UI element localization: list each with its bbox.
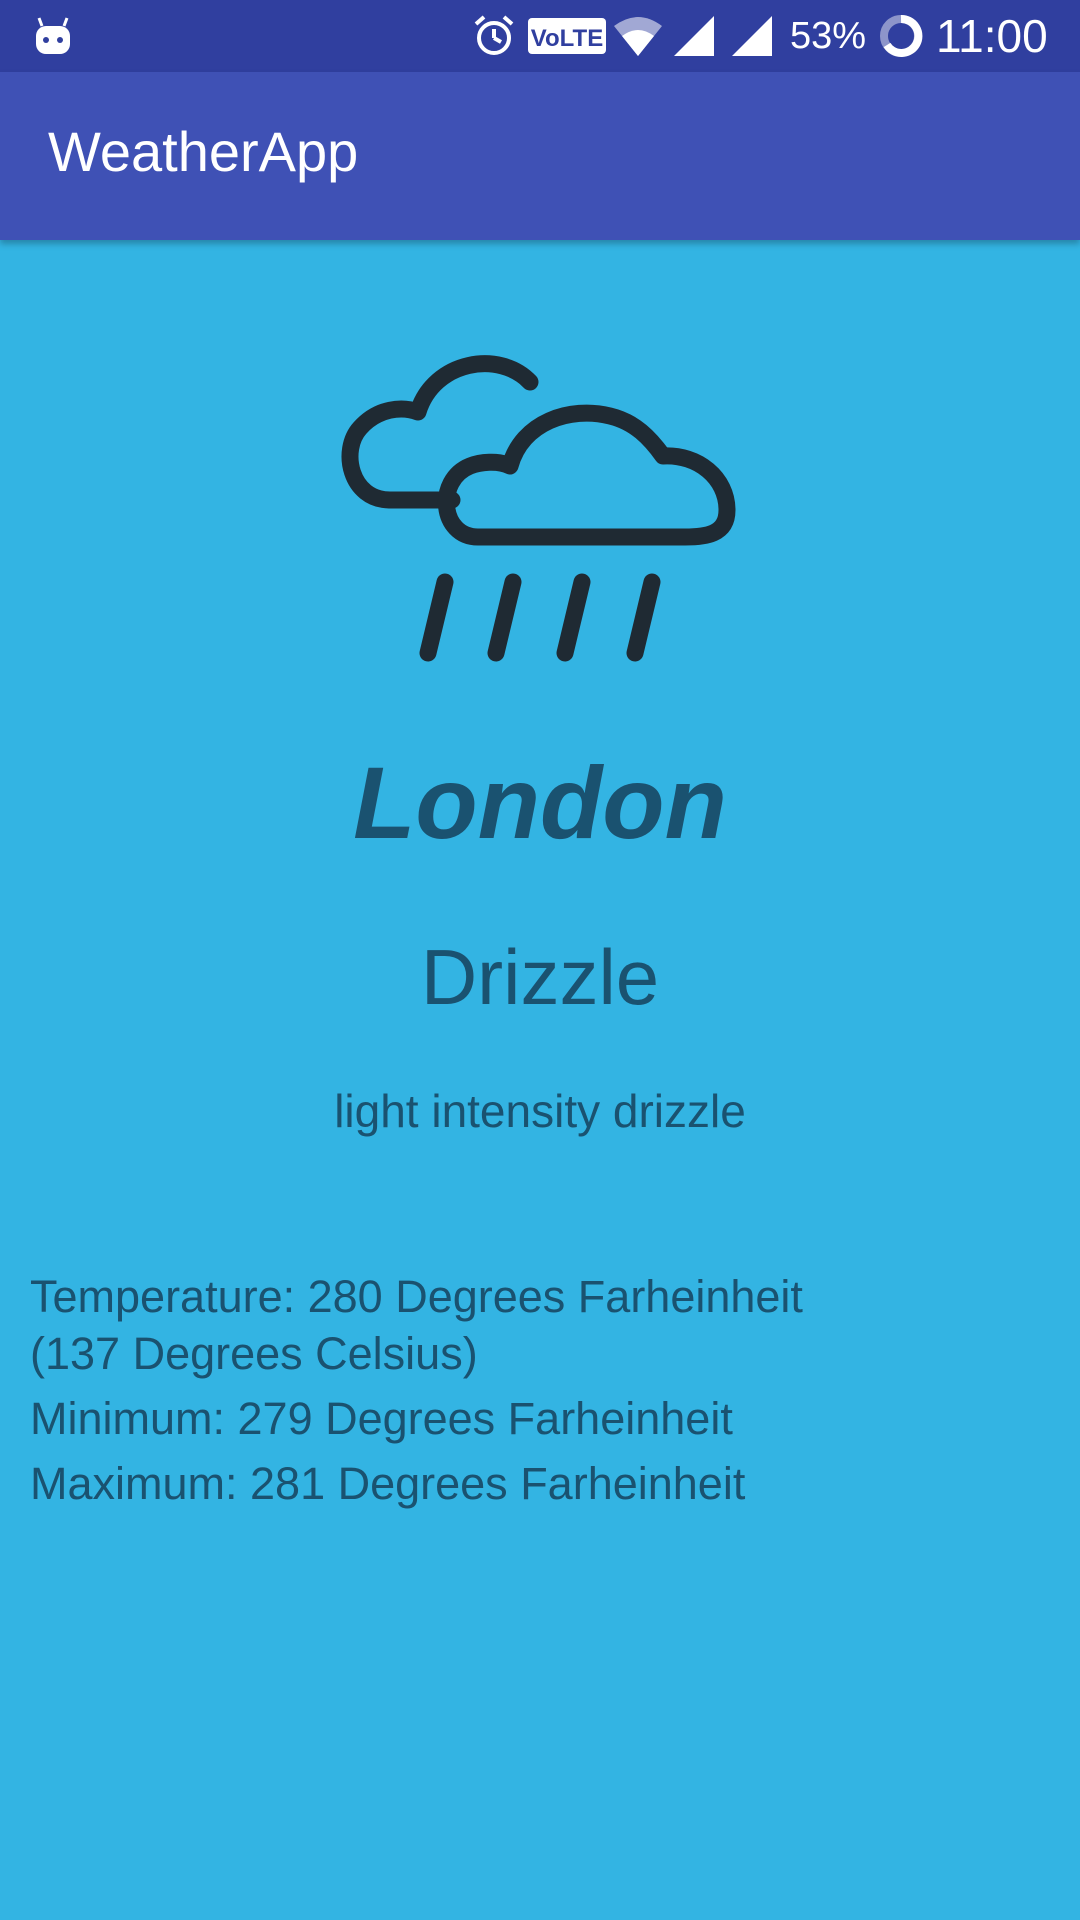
minimum-temperature-text: Minimum: 279 Degrees Farheinheit bbox=[30, 1393, 733, 1444]
battery-percent: 53% bbox=[790, 14, 867, 57]
weather-condition: Drizzle bbox=[420, 933, 660, 1021]
app-title: WeatherApp bbox=[48, 120, 359, 183]
city-name: London bbox=[353, 746, 727, 860]
drizzle-cloud-icon bbox=[330, 330, 750, 670]
weather-description: light intensity drizzle bbox=[334, 1085, 746, 1137]
temperature-text: Temperature: 280 Degrees Farheinheit bbox=[30, 1271, 803, 1322]
temperature-celsius-text: (137 Degrees Celsius) bbox=[30, 1328, 478, 1379]
maximum-temperature-text: Maximum: 281 Degrees Farheinheit bbox=[30, 1458, 746, 1509]
volte-label: VoLTE bbox=[531, 25, 603, 52]
status-time: 11:00 bbox=[936, 10, 1048, 62]
signal-icon bbox=[730, 0, 774, 72]
battery-saver-icon bbox=[878, 0, 924, 72]
alarm-icon bbox=[472, 0, 516, 72]
status-bar: VoLTE 53% 11:00 bbox=[0, 0, 1080, 72]
app-bar: WeatherApp bbox=[0, 72, 1080, 240]
weather-details: Temperature: 280 Degrees Farheinheit (13… bbox=[30, 1268, 1030, 1512]
android-icon bbox=[34, 0, 72, 72]
volte-icon: VoLTE bbox=[528, 0, 606, 72]
signal-icon bbox=[672, 0, 716, 72]
screen: VoLTE 53% 11:00 WeatherApp London Drizzl… bbox=[0, 0, 1080, 1920]
wifi-icon bbox=[612, 0, 664, 72]
